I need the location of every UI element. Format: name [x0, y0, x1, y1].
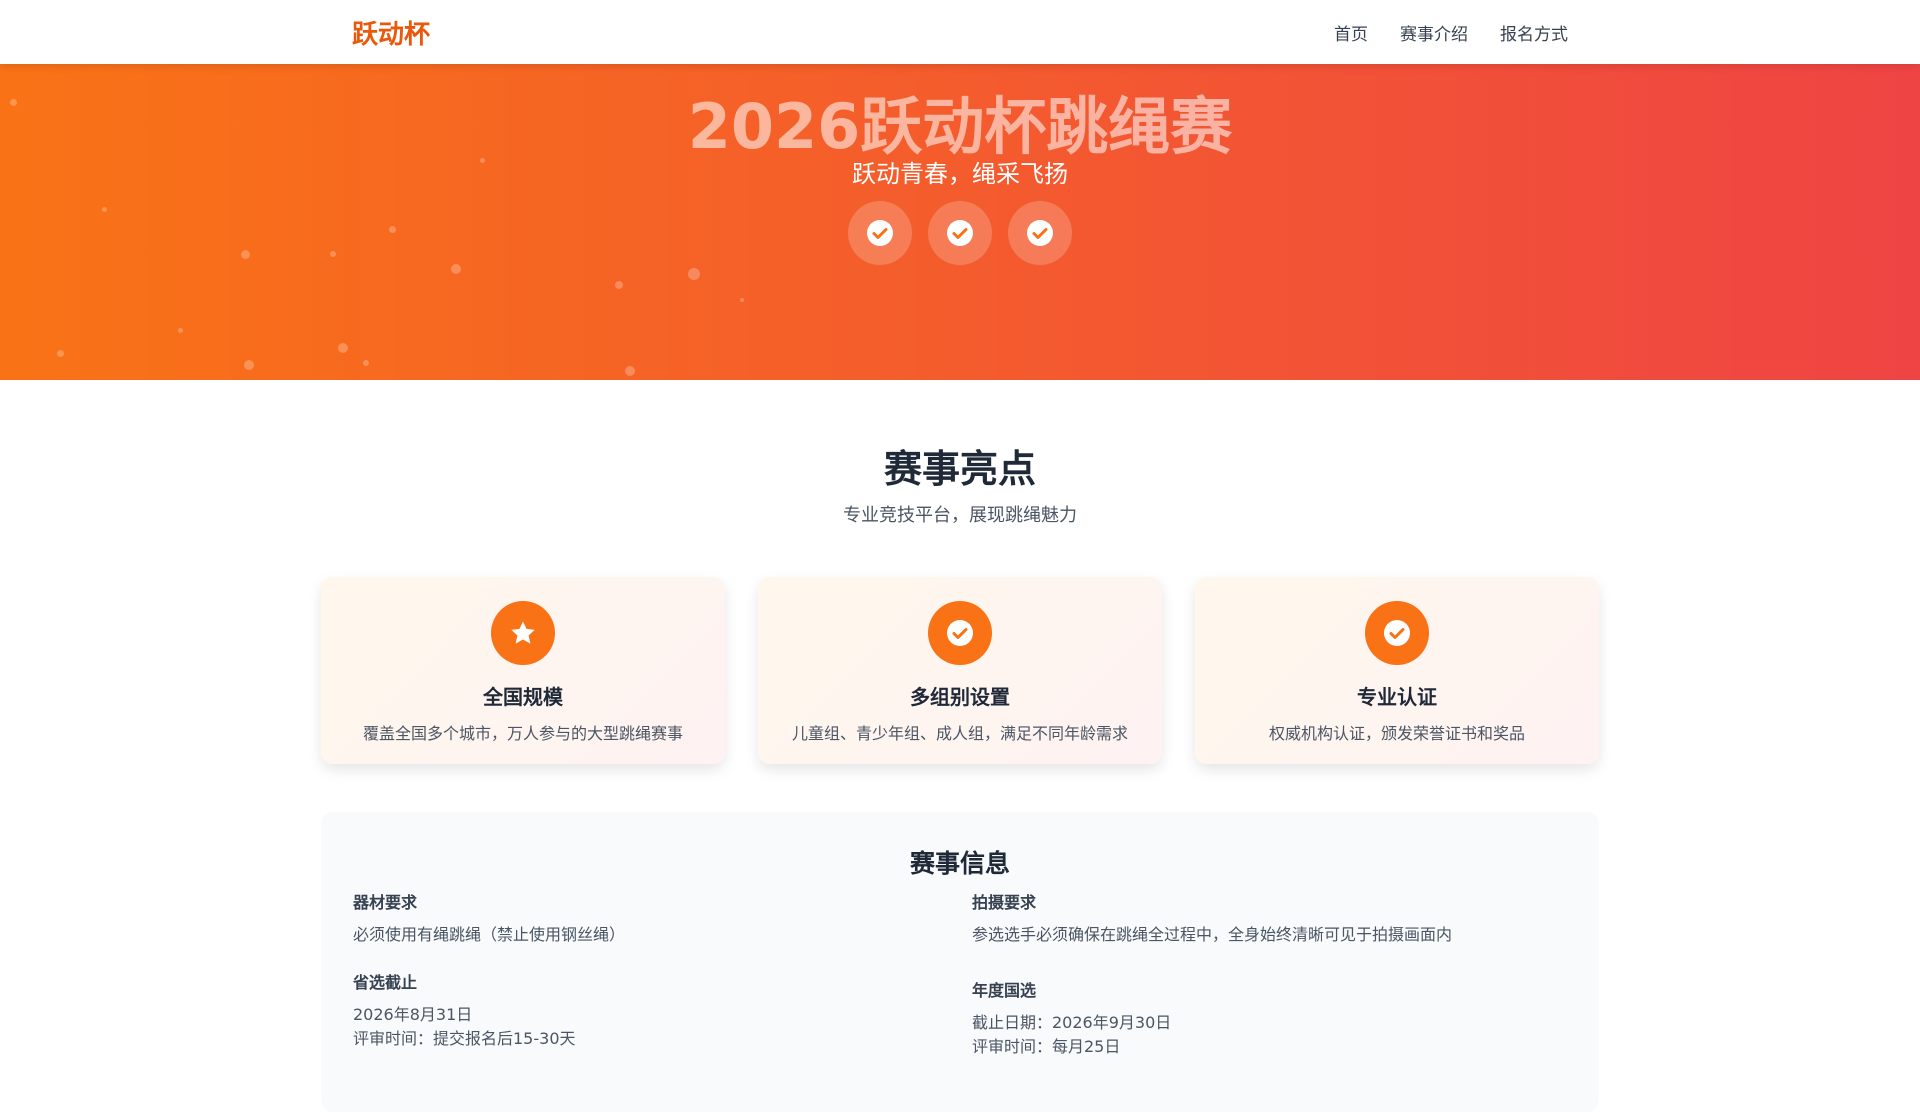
- check-icon: [947, 620, 973, 646]
- check-badge: [928, 201, 992, 265]
- info-label: 省选截止: [353, 973, 418, 992]
- check-badge: [848, 201, 912, 265]
- card-title: 多组别设置: [910, 685, 1010, 709]
- card-title: 全国规模: [483, 685, 563, 709]
- info-item-national: 年度国选 截止日期：2026年9月30日 评审时间：每月25日: [972, 979, 1171, 1059]
- highlight-card: 全国规模 覆盖全国多个城市，万人参与的大型跳绳赛事: [321, 577, 725, 764]
- info-label: 拍摄要求: [972, 893, 1037, 912]
- info-value: 参选选手必须确保在跳绳全过程中，全身始终清晰可见于拍摄画面内: [972, 925, 1453, 944]
- info-label: 器材要求: [353, 893, 418, 912]
- info-item-provincial: 省选截止 2026年8月31日 评审时间：提交报名后15-30天: [353, 971, 576, 1051]
- nav-intro[interactable]: 赛事介绍: [1400, 20, 1468, 45]
- hero-title: 2026跃动杯跳绳赛: [687, 90, 1233, 163]
- card-desc: 覆盖全国多个城市，万人参与的大型跳绳赛事: [362, 724, 683, 743]
- hero-subtitle: 跃动青春，绳采飞扬: [852, 160, 1068, 188]
- highlight-card: 多组别设置 儿童组、青少年组、成人组，满足不同年龄需求: [758, 577, 1162, 764]
- info-item-filming: 拍摄要求 参选选手必须确保在跳绳全过程中，全身始终清晰可见于拍摄画面内: [972, 891, 1452, 947]
- check-icon: [867, 220, 893, 246]
- event-info-panel: 赛事信息 器材要求 必须使用有绳跳绳（禁止使用钢丝绳） 拍摄要求 参选选手必须确…: [321, 812, 1599, 1112]
- particle: [615, 281, 623, 289]
- nav-signup[interactable]: 报名方式: [1500, 20, 1568, 45]
- highlights-subtitle: 专业竞技平台，展现跳绳魅力: [843, 505, 1077, 526]
- card-desc: 权威机构认证，颁发荣誉证书和奖品: [1268, 724, 1525, 743]
- highlights-title: 赛事亮点: [883, 447, 1036, 491]
- check-badge: [1008, 201, 1072, 265]
- check-icon: [1027, 220, 1053, 246]
- nav-home[interactable]: 首页: [1334, 20, 1368, 45]
- star-icon: [511, 621, 535, 644]
- info-value: 评审时间：每月25日: [972, 1037, 1121, 1056]
- logo[interactable]: 跃动杯: [352, 14, 430, 51]
- particle: [363, 360, 369, 366]
- navbar: 跃动杯 首页 赛事介绍 报名方式: [0, 0, 1920, 64]
- highlight-card: 专业认证 权威机构认证，颁发荣誉证书和奖品: [1195, 577, 1599, 764]
- particle: [688, 268, 700, 280]
- particle: [244, 360, 254, 370]
- info-value: 评审时间：提交报名后15-30天: [353, 1029, 576, 1048]
- card-desc: 儿童组、青少年组、成人组，满足不同年龄需求: [791, 724, 1128, 743]
- info-value: 截止日期：2026年9月30日: [972, 1013, 1172, 1032]
- particle: [338, 343, 348, 353]
- card-title: 专业认证: [1357, 685, 1437, 709]
- info-item-equipment: 器材要求 必须使用有绳跳绳（禁止使用钢丝绳）: [353, 891, 625, 947]
- info-value: 2026年8月31日: [353, 1005, 473, 1024]
- particle: [57, 350, 64, 357]
- check-icon: [947, 220, 973, 246]
- particle: [625, 366, 635, 376]
- check-icon: [1384, 620, 1410, 646]
- info-value: 必须使用有绳跳绳（禁止使用钢丝绳）: [353, 925, 626, 944]
- particle: [740, 298, 744, 302]
- info-title: 赛事信息: [909, 849, 1010, 878]
- particle: [451, 264, 461, 274]
- info-label: 年度国选: [972, 981, 1037, 1000]
- hero-banner: 2026跃动杯跳绳赛 跃动青春，绳采飞扬: [0, 64, 1920, 380]
- particle: [178, 328, 183, 333]
